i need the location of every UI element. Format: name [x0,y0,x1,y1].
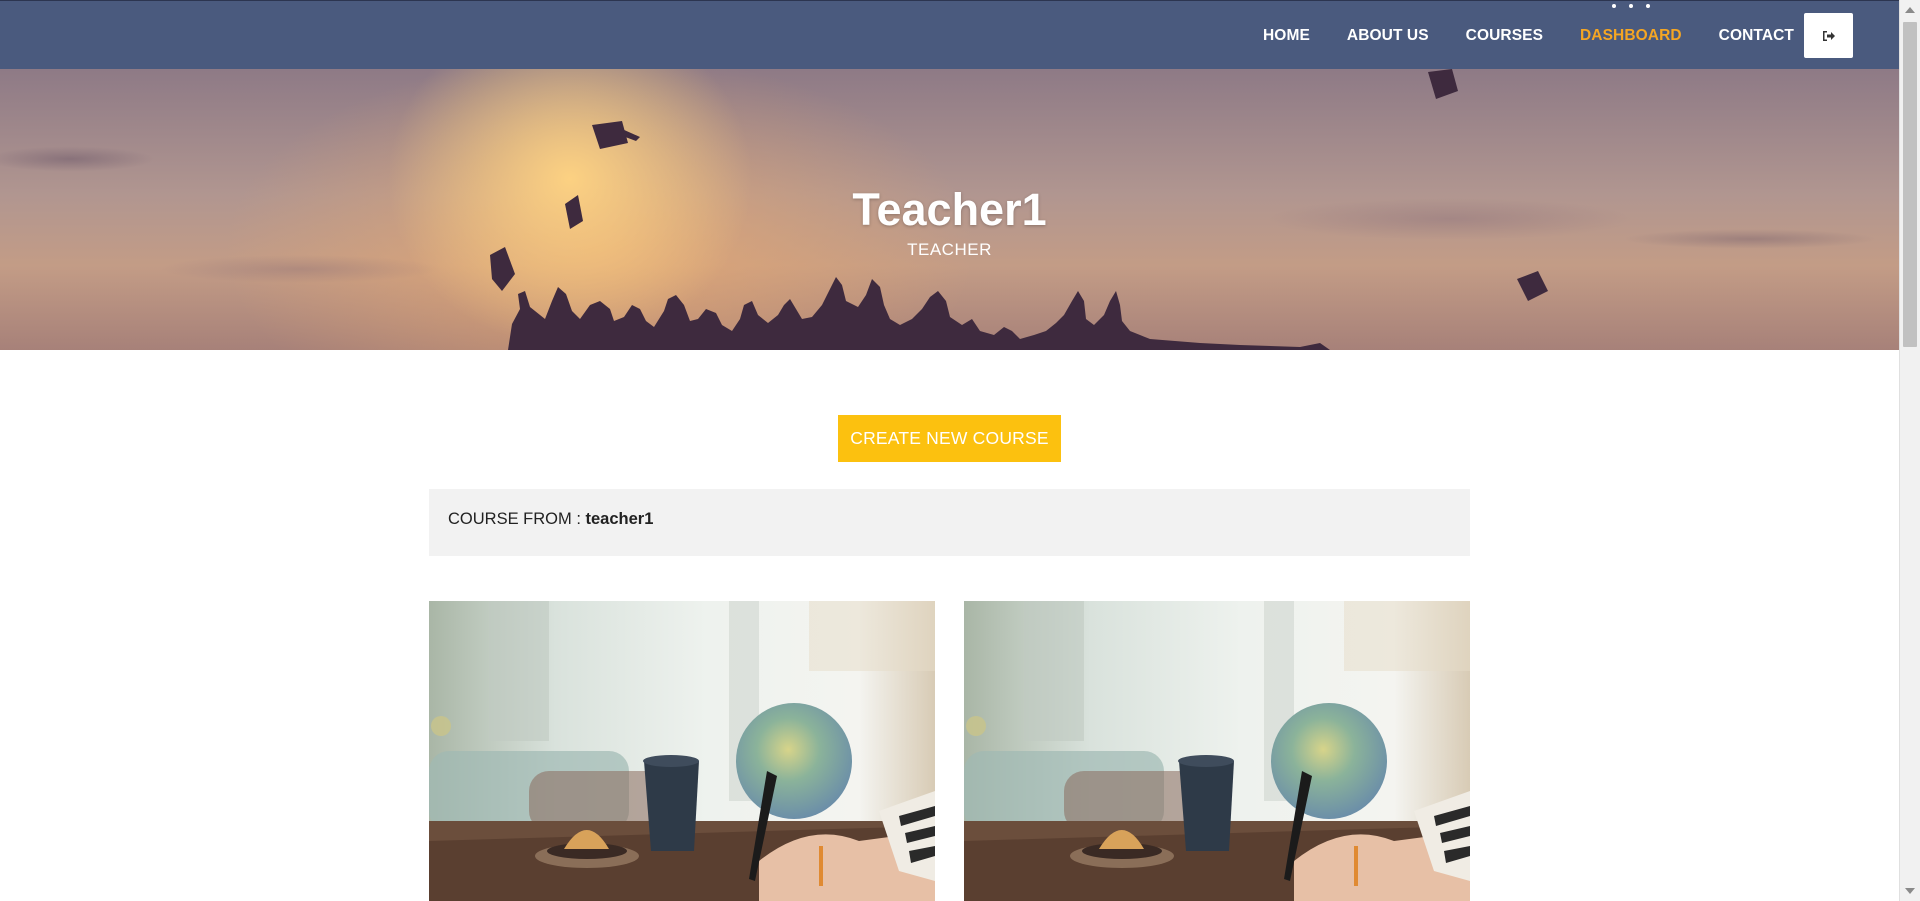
scrollbar-thumb[interactable] [1903,22,1917,347]
course-card[interactable] [429,601,935,901]
nav-contact[interactable]: CONTACT [1719,27,1794,45]
nav-dashboard-label: DASHBOARD [1580,26,1682,44]
course-thumbnail-image [429,601,935,901]
nav-dashboard[interactable]: DASHBOARD [1580,3,1682,45]
profile-name: Teacher1 [852,184,1047,235]
profile-hero-banner: Teacher1 TEACHER [0,69,1899,350]
create-new-course-button[interactable]: CREATE NEW COURSE [838,415,1061,462]
course-owner-name: teacher1 [585,510,654,528]
course-card[interactable] [964,601,1470,901]
main-menu: HOME ABOUT US COURSES DASHBOARD CONTACT [1226,1,1794,70]
nav-about-us[interactable]: ABOUT US [1347,27,1429,45]
course-thumbnail-image [964,601,1470,901]
scroll-down-arrow-icon[interactable] [1905,888,1915,894]
nav-home[interactable]: HOME [1263,27,1310,45]
active-indicator-dots [1611,3,1650,8]
scroll-up-arrow-icon[interactable] [1905,7,1915,13]
profile-role: TEACHER [907,240,992,259]
top-navbar: HOME ABOUT US COURSES DASHBOARD CONTACT [0,0,1899,69]
page-scrollbar[interactable] [1899,0,1920,901]
course-owner-header: COURSE FROM : teacher1 [429,489,1470,556]
logout-button[interactable] [1804,13,1853,58]
nav-courses[interactable]: COURSES [1466,27,1543,45]
sign-out-icon [1822,30,1835,41]
course-owner-prefix: COURSE FROM : [448,510,586,528]
